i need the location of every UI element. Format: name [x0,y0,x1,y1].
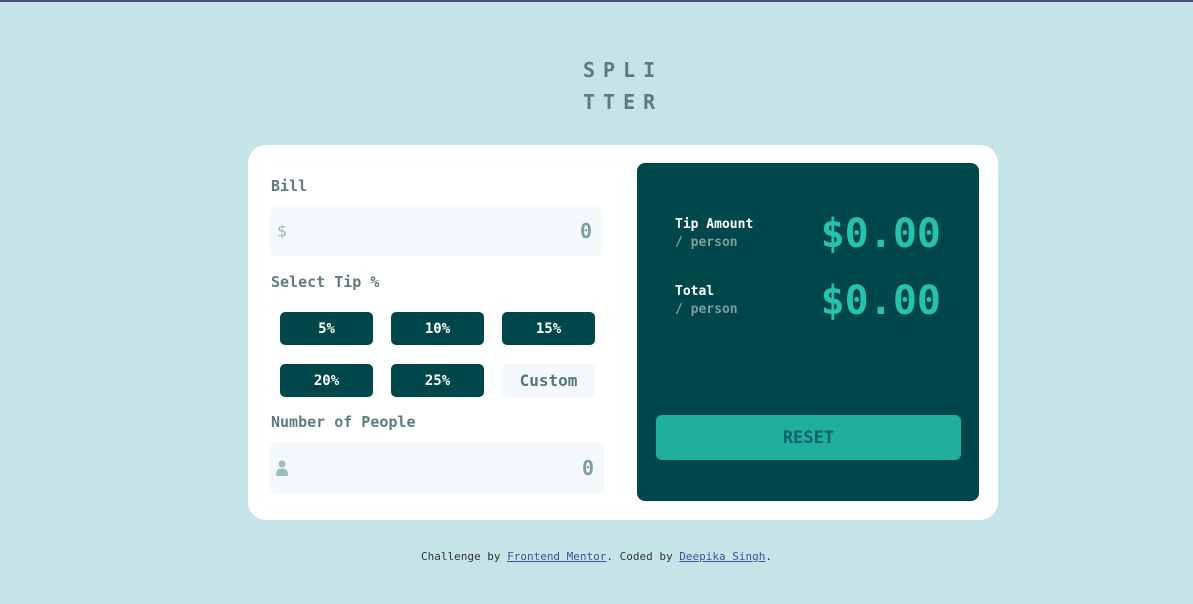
custom-tip-input[interactable]: Custom [502,364,595,397]
footer-prefix: Challenge by [420,550,508,563]
number-of-people-label: Number of People [271,413,416,431]
author-link[interactable]: Deepika Singh [679,550,765,563]
people-value: 0 [581,456,594,480]
dollar-icon: $ [277,221,288,241]
tip-amount-value: $0.00 [820,211,941,257]
frontend-mentor-link[interactable]: Frontend Mentor [507,550,606,563]
tip-button-25[interactable]: 25% [391,364,484,397]
tip-button-15[interactable]: 15% [502,312,595,345]
tip-amount-title: Tip Amount [675,217,754,232]
result-panel: Tip Amount / person $0.00 Total / person… [637,163,979,501]
logo-line-1: SPLI [583,58,664,82]
tip-button-10[interactable]: 10% [391,312,484,345]
bill-input[interactable]: $ 0 [270,206,602,256]
tip-button-5[interactable]: 5% [280,312,373,345]
tip-amount-subtitle: / person [675,235,738,250]
logo-line-2: TTER [583,90,664,114]
select-tip-label: Select Tip % [271,273,380,291]
total-subtitle: / person [675,302,738,317]
footer-suffix: . [765,550,772,563]
total-value: $0.00 [820,278,941,324]
reset-button[interactable]: RESET [656,415,961,460]
footer-attribution: Challenge by Frontend Mentor. Coded by D… [0,550,1193,563]
bill-value: 0 [579,219,592,243]
footer-middle: . Coded by [606,550,680,563]
app-logo: SPLI TTER [583,54,663,118]
tip-button-20[interactable]: 20% [280,364,373,397]
people-input[interactable]: 0 [270,443,604,493]
total-title: Total [675,284,715,299]
bill-label: Bill [271,177,308,195]
person-icon [276,460,288,476]
